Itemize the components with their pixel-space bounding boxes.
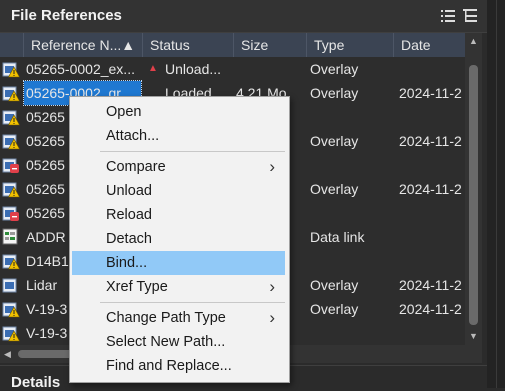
- vertical-scroll-thumb[interactable]: [469, 65, 478, 325]
- menu-item-label: Reload: [106, 207, 152, 223]
- menu-item-compare[interactable]: Compare ›: [72, 155, 285, 179]
- type-cell: Overlay: [310, 301, 359, 317]
- submenu-arrow-icon: ›: [269, 157, 275, 176]
- scroll-left-arrow-icon[interactable]: ◀: [4, 349, 11, 360]
- table-row[interactable]: 05265-0002_ex... ▲ Unload... Overlay: [0, 57, 465, 81]
- menu-separator: [100, 151, 285, 152]
- type-cell: Data link: [310, 229, 365, 245]
- column-date[interactable]: Date: [393, 33, 465, 57]
- type-cell: Overlay: [310, 133, 359, 149]
- tree-view-icon[interactable]: [463, 9, 477, 23]
- vertical-scrollbar[interactable]: ▲ ▼: [465, 33, 482, 345]
- dwg-error-icon: [2, 204, 20, 222]
- menu-item-label: Bind...: [106, 255, 148, 271]
- menu-item-label: Detach: [106, 231, 152, 247]
- menu-item-change-path-type[interactable]: Change Path Type ›: [72, 306, 285, 330]
- file-references-header: File References: [0, 0, 487, 33]
- scroll-down-arrow-icon[interactable]: ▼: [469, 331, 478, 341]
- column-status[interactable]: Status: [142, 33, 233, 57]
- menu-item-label: Find and Replace...: [106, 358, 232, 374]
- menu-item-unload[interactable]: Unload: [72, 179, 285, 203]
- date-cell: [399, 201, 465, 225]
- type-cell: [310, 321, 394, 345]
- menu-item-label: Select New Path...: [106, 334, 226, 350]
- date-cell: [399, 249, 465, 273]
- date-cell: [399, 57, 465, 81]
- date-cell: [399, 105, 465, 129]
- dwg-warning-icon: [2, 300, 21, 318]
- dwg-warning-icon: [2, 132, 21, 150]
- scroll-up-arrow-icon[interactable]: ▲: [469, 36, 478, 46]
- menu-item-label: Open: [106, 104, 142, 120]
- menu-item-attach[interactable]: Attach...: [72, 124, 285, 148]
- dwg-warning-icon: [2, 180, 21, 198]
- date-cell: 2024-11-2: [399, 85, 462, 101]
- menu-item-label: Xref Type: [106, 279, 168, 295]
- dwg-warning-icon: [2, 60, 21, 78]
- type-cell: Overlay: [310, 277, 359, 293]
- menu-item-label: Compare: [106, 159, 166, 175]
- menu-item-label: Attach...: [106, 128, 160, 144]
- date-cell: [399, 321, 465, 345]
- unloaded-arrow-icon: ▲: [148, 63, 158, 74]
- details-title: Details: [11, 374, 61, 391]
- menu-item-select-new-path[interactable]: Select New Path...: [72, 330, 285, 354]
- menu-item-bind[interactable]: Bind...: [72, 251, 285, 275]
- dwg-warning-icon: [2, 84, 21, 102]
- type-cell: Overlay: [310, 61, 359, 77]
- type-cell: Overlay: [310, 85, 359, 101]
- date-cell: 2024-11-2: [399, 277, 462, 293]
- date-cell: 2024-11-2: [399, 301, 462, 317]
- context-menu: Open Attach... Compare › Unload Reload Detach B…: [69, 96, 290, 383]
- dwg-error-icon: [2, 156, 20, 174]
- menu-item-label: Change Path Type: [106, 310, 226, 326]
- data-link-icon: [2, 228, 20, 246]
- size-cell: [236, 57, 306, 81]
- dwg-icon: [2, 276, 20, 294]
- menu-item-detach[interactable]: Detach: [72, 227, 285, 251]
- menu-item-find-and-replace[interactable]: Find and Replace...: [72, 354, 285, 378]
- menu-separator: [100, 302, 285, 303]
- column-size[interactable]: Size: [233, 33, 306, 57]
- type-cell: [310, 249, 394, 273]
- menu-item-reload[interactable]: Reload: [72, 203, 285, 227]
- panel-title: File References: [11, 7, 122, 24]
- column-reference-name[interactable]: Reference N...▲: [23, 33, 142, 57]
- date-cell: [399, 225, 465, 249]
- menu-item-xref-type[interactable]: Xref Type ›: [72, 275, 285, 299]
- date-cell: 2024-11-2: [399, 133, 462, 149]
- date-cell: [399, 153, 465, 177]
- dwg-warning-icon: [2, 252, 21, 270]
- dwg-warning-icon: [2, 324, 21, 342]
- type-cell: [310, 201, 394, 225]
- column-type[interactable]: Type: [306, 33, 393, 57]
- type-cell: Overlay: [310, 181, 359, 197]
- type-cell: [310, 105, 394, 129]
- type-cell: [310, 153, 394, 177]
- table-header: Reference N...▲ Status Size Type Date: [0, 33, 465, 57]
- dock-edge: [487, 0, 505, 388]
- date-cell: 2024-11-2: [399, 181, 462, 197]
- dwg-warning-icon: [2, 108, 21, 126]
- status-cell: Unload...: [165, 61, 222, 77]
- list-view-icon[interactable]: [441, 9, 455, 23]
- menu-item-label: Unload: [106, 183, 152, 199]
- reference-name-cell: 05265-0002_ex...: [26, 61, 135, 77]
- menu-item-open[interactable]: Open: [72, 100, 285, 124]
- submenu-arrow-icon: ›: [269, 308, 275, 327]
- submenu-arrow-icon: ›: [269, 277, 275, 296]
